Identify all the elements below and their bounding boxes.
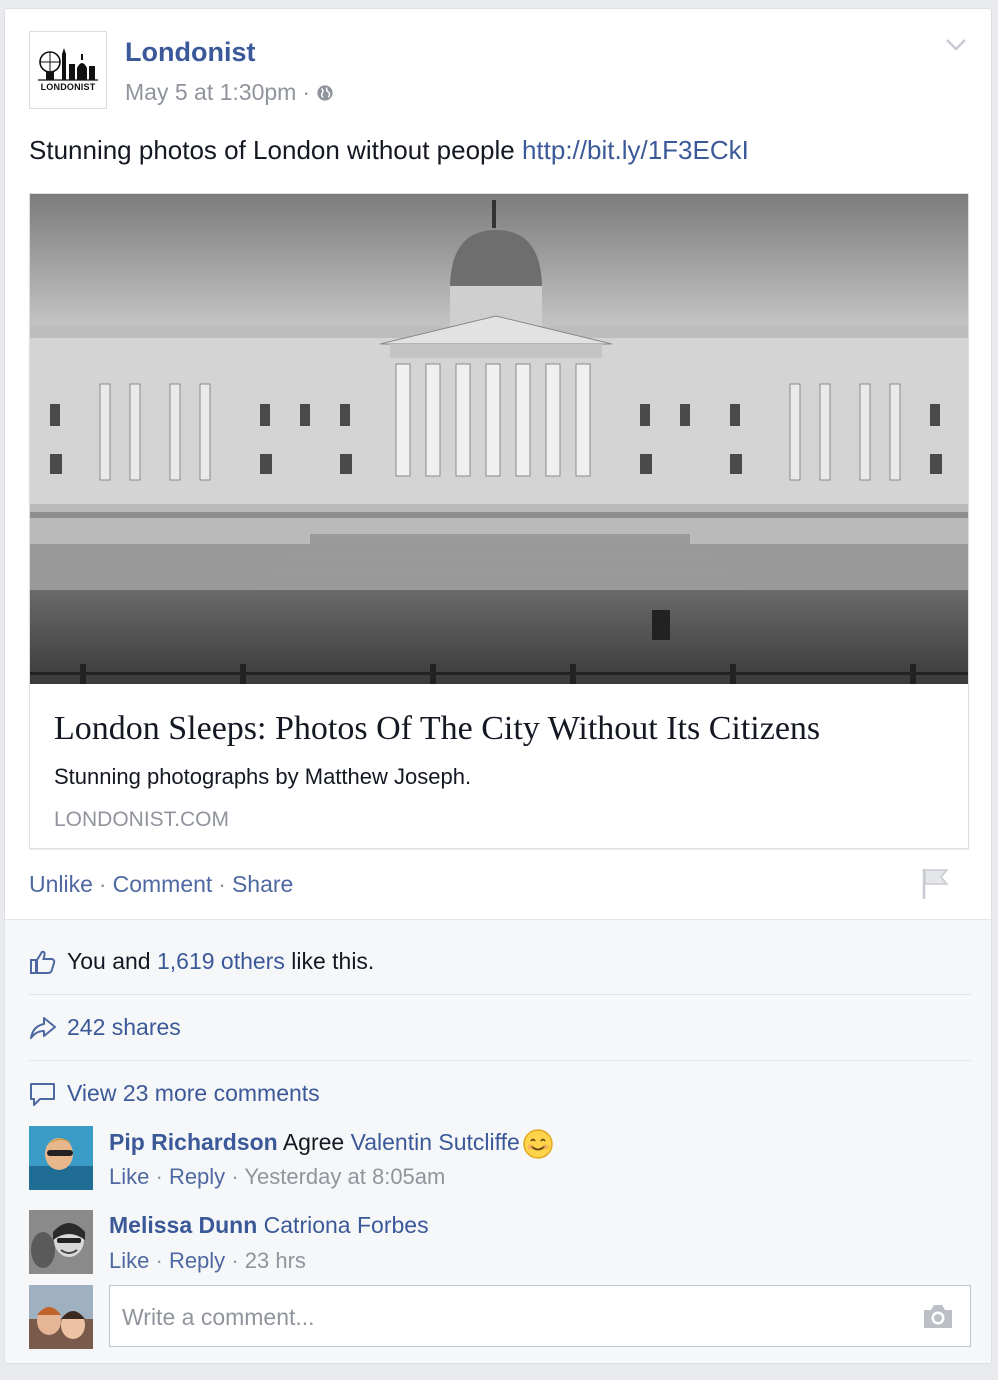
post-header: LONDONIST Londonist May 5 at 1:30pm · bbox=[29, 31, 971, 111]
commenter-avatar[interactable] bbox=[29, 1210, 93, 1274]
likes-summary: You and 1,619 others like this. bbox=[29, 948, 971, 975]
camera-icon[interactable] bbox=[922, 1302, 954, 1330]
comment-time[interactable]: 23 hrs bbox=[245, 1248, 306, 1273]
comment-input[interactable] bbox=[120, 1294, 904, 1340]
chevron-down-icon[interactable] bbox=[945, 37, 967, 53]
comment-time[interactable]: Yesterday at 8:05am bbox=[244, 1164, 445, 1189]
comment-like-button[interactable]: Like bbox=[109, 1248, 149, 1273]
comment-input-box[interactable] bbox=[109, 1285, 971, 1347]
post-card: LONDONIST Londonist May 5 at 1:30pm · St… bbox=[4, 8, 992, 1364]
divider bbox=[29, 1060, 971, 1061]
action-separator: · bbox=[98, 871, 107, 897]
comment-separator: · bbox=[231, 1164, 239, 1189]
unlike-button[interactable]: Unlike bbox=[29, 871, 93, 898]
comment-like-button[interactable]: Like bbox=[109, 1164, 149, 1189]
link-title[interactable]: London Sleeps: Photos Of The City Withou… bbox=[54, 710, 820, 748]
meta-separator: · bbox=[302, 79, 310, 105]
avatar-photo bbox=[29, 1210, 93, 1274]
post-actions: Unlike · Comment · Share bbox=[29, 871, 293, 898]
londonist-logo bbox=[38, 48, 98, 81]
comment-mention[interactable]: Catriona Forbes bbox=[264, 1212, 429, 1238]
link-domain: LONDONIST.COM bbox=[54, 808, 230, 831]
comment-actions: Like · Reply · Yesterday at 8:05am bbox=[109, 1164, 445, 1190]
page-name[interactable]: Londonist bbox=[125, 37, 255, 68]
comment-text: Agree bbox=[282, 1129, 345, 1156]
logo-text: LONDONIST bbox=[40, 82, 96, 92]
comment-composer bbox=[29, 1285, 971, 1349]
comment-item: Melissa Dunn Catriona Forbes Like · Repl… bbox=[29, 1210, 971, 1280]
comment-reply-button[interactable]: Reply bbox=[169, 1248, 225, 1273]
comment-item: Pip Richardson Agree Valentin Sutcliffe … bbox=[29, 1126, 971, 1196]
divider bbox=[29, 994, 971, 995]
speech-bubble-icon bbox=[30, 1082, 55, 1106]
link-preview-image[interactable] bbox=[30, 194, 968, 684]
share-button[interactable]: Share bbox=[232, 871, 293, 898]
avatar-photo bbox=[29, 1126, 93, 1190]
current-user-avatar[interactable] bbox=[29, 1285, 93, 1349]
post-timestamp[interactable]: May 5 at 1:30pm bbox=[125, 79, 296, 106]
shares-link[interactable]: 242 shares bbox=[67, 1014, 181, 1041]
view-more-comments-link[interactable]: View 23 more comments bbox=[67, 1080, 320, 1107]
post-meta: May 5 at 1:30pm · bbox=[125, 79, 334, 106]
avatar-photo bbox=[29, 1285, 93, 1349]
link-description: Stunning photographs by Matthew Joseph. bbox=[54, 764, 472, 789]
likes-count-link[interactable]: 1,619 others bbox=[157, 948, 285, 975]
comment-body: Melissa Dunn Catriona Forbes bbox=[109, 1212, 429, 1239]
flag-icon[interactable] bbox=[921, 867, 949, 901]
post-link[interactable]: http://bit.ly/1F3ECkI bbox=[522, 135, 749, 165]
thumbs-up-icon bbox=[30, 950, 56, 974]
likes-suffix: like this. bbox=[291, 948, 375, 974]
likes-prefix: You and bbox=[67, 948, 151, 974]
comment-separator: · bbox=[155, 1248, 163, 1273]
share-arrow-icon bbox=[30, 1016, 56, 1039]
page-avatar[interactable]: LONDONIST bbox=[29, 31, 107, 109]
post-text: Stunning photos of London without people bbox=[29, 135, 515, 165]
comment-separator: · bbox=[155, 1164, 163, 1189]
commenter-avatar[interactable] bbox=[29, 1126, 93, 1190]
comment-mention[interactable]: Valentin Sutcliffe bbox=[351, 1129, 520, 1155]
post-message: Stunning photos of London without people… bbox=[29, 135, 749, 166]
comment-button[interactable]: Comment bbox=[113, 871, 213, 898]
comment-author[interactable]: Pip Richardson bbox=[109, 1129, 278, 1155]
shares-summary: 242 shares bbox=[29, 1014, 971, 1041]
action-separator: · bbox=[218, 871, 226, 897]
view-more-comments: View 23 more comments bbox=[29, 1080, 971, 1107]
comment-actions: Like · Reply · 23 hrs bbox=[109, 1248, 306, 1274]
comment-author[interactable]: Melissa Dunn bbox=[109, 1212, 257, 1238]
comment-separator: · bbox=[231, 1248, 239, 1273]
comment-reply-button[interactable]: Reply bbox=[169, 1164, 225, 1189]
smiley-emoji-icon bbox=[523, 1129, 553, 1159]
national-gallery-photo bbox=[30, 194, 968, 684]
comment-body: Pip Richardson Agree Valentin Sutcliffe bbox=[109, 1128, 554, 1160]
globe-icon[interactable] bbox=[316, 84, 334, 102]
link-preview-card[interactable]: London Sleeps: Photos Of The City Withou… bbox=[29, 193, 969, 849]
